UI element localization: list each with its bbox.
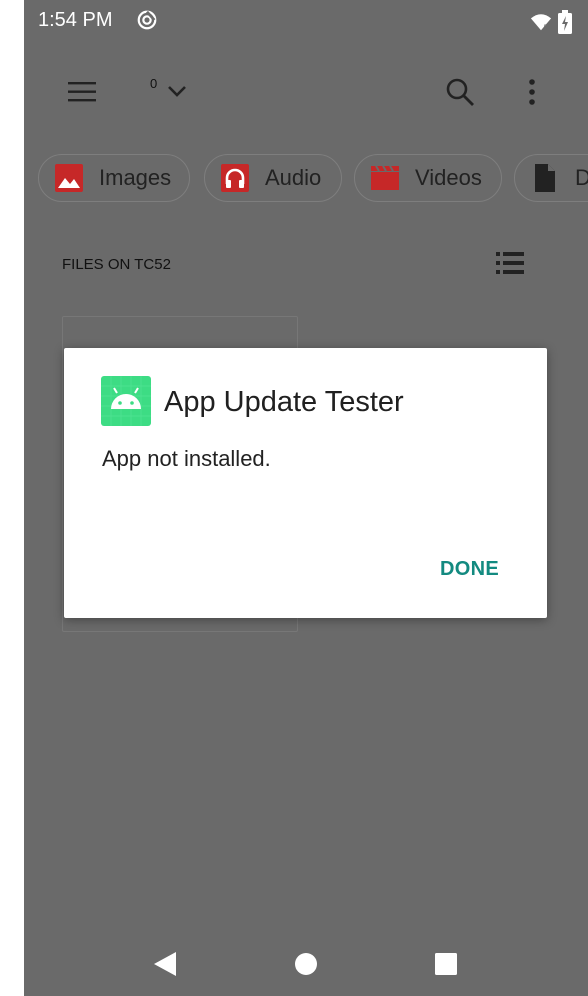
chip-images-label: Images xyxy=(99,165,172,190)
chip-documents[interactable]: D xyxy=(514,154,588,202)
recents-icon[interactable] xyxy=(434,952,458,976)
back-icon[interactable] xyxy=(152,950,178,978)
android-icon xyxy=(101,376,151,426)
home-icon[interactable] xyxy=(294,952,318,976)
more-vert-icon[interactable] xyxy=(520,76,544,108)
battery-charging-icon xyxy=(558,10,572,34)
chip-videos-label: Videos xyxy=(415,165,482,190)
chip-audio-label: Audio xyxy=(265,165,322,190)
chip-audio[interactable]: Audio xyxy=(204,154,342,202)
clapperboard-icon xyxy=(371,165,399,190)
document-icon xyxy=(535,164,555,192)
chip-videos[interactable]: Videos xyxy=(354,154,502,202)
headphones-icon xyxy=(221,164,249,192)
chevron-down-icon[interactable] xyxy=(166,80,188,102)
done-button[interactable]: DONE xyxy=(440,558,499,581)
screen: 1:54 PM 5 0 Images Audio Videos D FILES … xyxy=(24,0,588,996)
section-title: FILES ON TC52 xyxy=(62,256,171,273)
selected-count: 0 xyxy=(150,76,158,91)
svg-text:5: 5 xyxy=(544,22,548,31)
sync-icon xyxy=(137,10,157,30)
list-view-icon[interactable] xyxy=(496,250,524,276)
search-icon[interactable] xyxy=(444,76,476,108)
status-bar: 1:54 PM 5 xyxy=(24,0,588,46)
dialog-message: App not installed. xyxy=(102,446,271,471)
menu-icon[interactable] xyxy=(66,78,98,106)
dialog-title: App Update Tester xyxy=(164,386,404,418)
image-icon xyxy=(55,164,83,192)
chip-documents-label: D xyxy=(575,165,588,190)
wifi-icon: 5 xyxy=(530,14,552,31)
chip-images[interactable]: Images xyxy=(38,154,190,202)
status-time: 1:54 PM xyxy=(38,9,113,31)
install-dialog: App Update Tester App not installed. DON… xyxy=(64,348,547,618)
